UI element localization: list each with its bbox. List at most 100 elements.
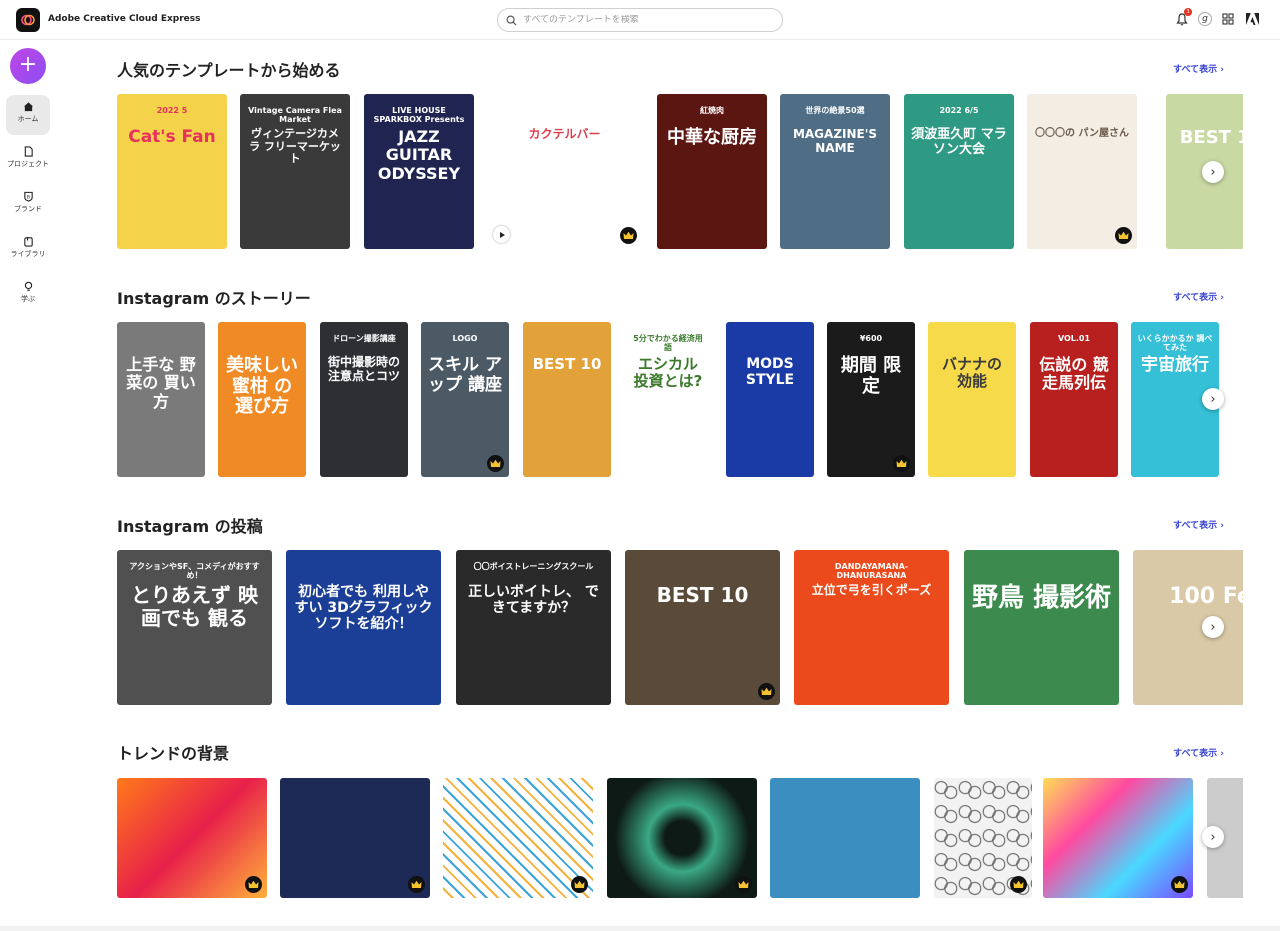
template-card[interactable] <box>607 778 757 898</box>
sidebar-item-home[interactable]: ホーム <box>6 95 50 135</box>
carousel-next-button[interactable]: › <box>1202 388 1224 410</box>
app-logo-icon[interactable] <box>16 8 40 32</box>
search-bar[interactable] <box>497 8 783 32</box>
template-card-title: バナナの 効能 <box>941 355 1002 391</box>
brand-icon: B <box>23 191 33 202</box>
template-card[interactable] <box>934 778 1032 898</box>
template-card[interactable]: BEST 10 <box>625 550 780 705</box>
home-icon <box>23 102 33 112</box>
create-button[interactable]: + <box>10 48 46 84</box>
template-card-subtitle: 5分でわかる経済用語 <box>633 334 703 353</box>
template-card-title: 100 Fe <box>1169 584 1243 609</box>
premium-crown-icon <box>893 455 910 472</box>
template-card[interactable]: 期間 限定 ¥600 <box>827 322 915 477</box>
carousel-next-button[interactable]: › <box>1202 826 1224 848</box>
template-card[interactable]: Cat's Fan 2022 5 <box>117 94 227 249</box>
template-card[interactable]: 立位で弓を引くポーズ DANDAYAMANA-DHANURASANA <box>794 550 949 705</box>
see-all-link[interactable]: すべて表示 › <box>1173 746 1224 759</box>
template-card[interactable]: バナナの 効能 <box>928 322 1016 477</box>
play-icon[interactable] <box>493 226 510 243</box>
template-card[interactable]: MAGAZINE'S NAME 世界の絶景50選 <box>780 94 890 249</box>
see-all-label: すべて表示 <box>1173 293 1218 303</box>
template-card[interactable]: BEST 10 <box>523 322 611 477</box>
adobe-logo-icon[interactable] <box>1244 11 1260 27</box>
template-card[interactable]: 須波亜久町 マラソン大会 2022 6/5 <box>904 94 1014 249</box>
template-card-subtitle: 紅焼肉 <box>700 106 724 115</box>
chevron-right-icon: › <box>1210 619 1216 635</box>
template-card[interactable]: 伝説の 競走馬列伝 VOL.01 <box>1030 322 1118 477</box>
svg-text:B: B <box>26 194 29 200</box>
template-card-subtitle: 〇〇ボイストレーニングスクール <box>473 562 594 571</box>
template-card-subtitle: ドローン撮影講座 <box>332 334 396 343</box>
template-card-subtitle: 2022 5 <box>156 106 188 115</box>
template-card[interactable]: 中華な厨房 紅焼肉 <box>657 94 767 249</box>
chevron-right-icon: › <box>1210 164 1216 180</box>
template-card[interactable]: 野鳥 撮影術 <box>964 550 1119 705</box>
see-all-label: すべて表示 <box>1173 65 1218 75</box>
template-card[interactable]: エシカル 投資とは? 5分でわかる経済用語 <box>624 322 712 477</box>
template-card-title: MODS STYLE <box>745 356 795 389</box>
template-card[interactable]: スキル アップ 講座 LOGO <box>421 322 509 477</box>
premium-crown-icon <box>758 683 775 700</box>
template-card[interactable]: 〇〇〇の パン屋さん <box>1027 94 1137 249</box>
template-card[interactable]: 上手な 野菜の 買い方 <box>117 322 205 477</box>
template-card-title: 須波亜久町 マラソン大会 <box>911 127 1007 157</box>
template-card[interactable] <box>117 778 267 898</box>
premium-crown-icon <box>1010 876 1027 893</box>
template-card-subtitle: Vintage Camera Flea Market <box>248 106 342 125</box>
template-card-title: 野鳥 撮影術 <box>971 583 1112 613</box>
template-card-title: 正しいボイトレ、 できてますか？ <box>468 584 599 617</box>
template-row-posts: とりあえず 映画でも 観る アクションやSF、コメディがおすすめ！ 初心者でも 利用… <box>117 550 1243 705</box>
lightbulb-icon <box>24 281 32 291</box>
sidebar-item-label: プロジェクト <box>7 160 49 168</box>
carousel-next-button[interactable]: › <box>1202 161 1224 183</box>
avatar[interactable]: g <box>1198 12 1212 26</box>
template-card-subtitle: アクションやSF、コメディがおすすめ！ <box>129 562 260 581</box>
search-icon <box>506 11 517 30</box>
sidebar: + ホーム プロジェクト B ブランド ライブラリ 学ぶ <box>0 40 56 931</box>
template-card[interactable]: ヴィンテージカメラ フリーマーケット Vintage Camera Flea Ma… <box>240 94 350 249</box>
template-card-title: 街中撮影時の 注意点とコツ <box>327 355 400 383</box>
template-card[interactable] <box>443 778 593 898</box>
template-card[interactable]: 美味しい 蜜柑 の選び方 <box>218 322 306 477</box>
library-icon <box>23 236 33 247</box>
section-title-posts: Instagram の投稿 <box>117 517 263 536</box>
template-card-title: BEST 10 <box>1179 127 1243 148</box>
sidebar-item-label: ブランド <box>14 205 42 213</box>
template-card[interactable] <box>770 778 920 898</box>
search-input[interactable] <box>523 15 773 25</box>
carousel-next-button[interactable]: › <box>1202 616 1224 638</box>
see-all-label: すべて表示 <box>1173 749 1218 759</box>
template-card-subtitle: DANDAYAMANA-DHANURASANA <box>834 562 909 581</box>
template-card[interactable]: MODS STYLE <box>726 322 814 477</box>
template-card-title: エシカル 投資とは? <box>633 355 703 391</box>
template-card[interactable]: 街中撮影時の 注意点とコツ ドローン撮影講座 <box>320 322 408 477</box>
app-title: Adobe Creative Cloud Express <box>48 14 201 24</box>
template-card[interactable]: とりあえず 映画でも 観る アクションやSF、コメディがおすすめ！ <box>117 550 272 705</box>
template-card[interactable]: JAZZ GUITAR ODYSSEY LIVE HOUSE SPARKBOX P… <box>364 94 474 249</box>
template-card-title: とりあえず 映画でも 観る <box>131 583 258 630</box>
sidebar-item-projects[interactable]: プロジェクト <box>6 140 50 180</box>
template-card[interactable]: 初心者でも 利用しやすい 3Dグラフィック ソフトを紹介！ <box>286 550 441 705</box>
bell-icon[interactable]: 3 <box>1174 8 1192 27</box>
premium-crown-icon <box>735 876 752 893</box>
see-all-link[interactable]: すべて表示 › <box>1173 518 1224 531</box>
template-row-stories: 上手な 野菜の 買い方 美味しい 蜜柑 の選び方 街中撮影時の 注意点とコツ ドローン… <box>117 322 1243 477</box>
template-row-popular: Cat's Fan 2022 5 ヴィンテージカメラ フリーマーケット Vintage… <box>117 94 1243 249</box>
template-card[interactable]: 100 Fe <box>1133 550 1243 705</box>
see-all-label: すべて表示 <box>1173 521 1218 531</box>
see-all-link[interactable]: すべて表示 › <box>1173 290 1224 303</box>
template-card[interactable]: 正しいボイトレ、 できてますか？ 〇〇ボイストレーニングスクール <box>456 550 611 705</box>
sidebar-item-learn[interactable]: 学ぶ <box>6 275 50 315</box>
template-card-title: 伝説の 競走馬列伝 <box>1039 355 1109 393</box>
template-card[interactable]: カクテルバー <box>487 94 642 249</box>
template-card[interactable] <box>1043 778 1193 898</box>
template-card-title: 立位で弓を引くポーズ <box>811 583 932 597</box>
sidebar-item-brand[interactable]: B ブランド <box>6 185 50 225</box>
premium-crown-icon <box>245 876 262 893</box>
template-card[interactable] <box>280 778 430 898</box>
sidebar-item-libraries[interactable]: ライブラリ <box>6 230 50 270</box>
see-all-link[interactable]: すべて表示 › <box>1173 62 1224 75</box>
template-card-title: 中華な厨房 <box>667 127 757 148</box>
apps-grid-icon[interactable] <box>1220 11 1236 27</box>
